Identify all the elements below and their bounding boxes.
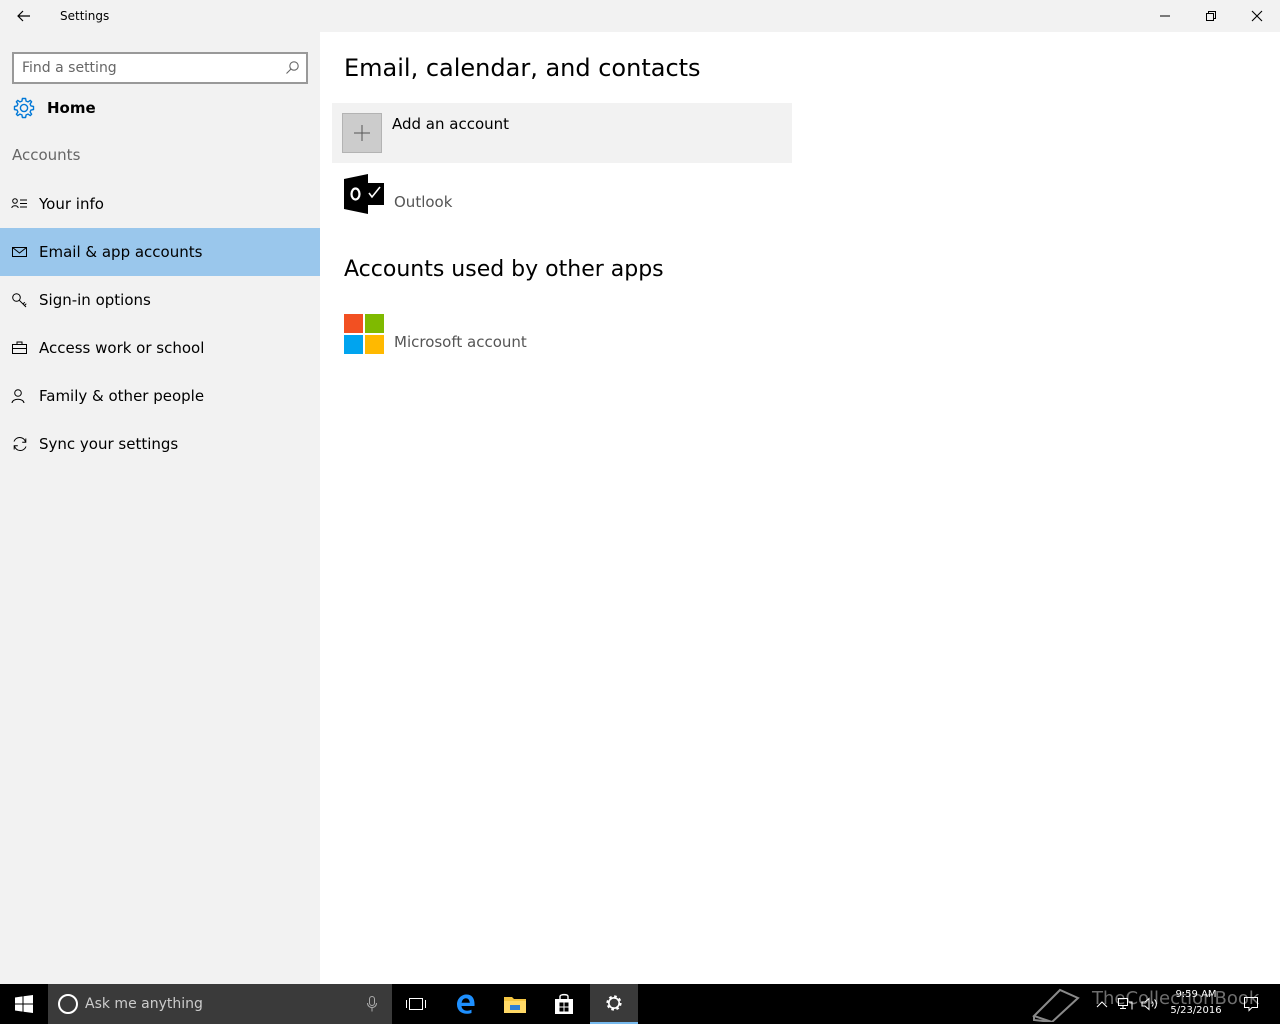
windows-logo-icon (15, 995, 33, 1013)
taskbar-settings-button[interactable] (590, 984, 638, 1024)
gear-icon (13, 97, 35, 119)
sidebar-item-sync-settings[interactable]: Sync your settings (0, 420, 320, 468)
start-button[interactable] (0, 984, 48, 1024)
sidebar: Home Accounts Your info Email & app acco… (0, 32, 320, 984)
logo-square-red (344, 314, 363, 333)
outlook-icon (344, 174, 384, 214)
sidebar-item-label: Sync your settings (39, 435, 179, 453)
book-icon (1032, 988, 1080, 1022)
taskbar-edge-button[interactable] (442, 984, 490, 1024)
sidebar-item-label: Access work or school (39, 339, 205, 357)
sidebar-item-label: Family & other people (39, 387, 205, 405)
taskbar-file-explorer-button[interactable] (491, 984, 539, 1024)
task-view-button[interactable] (392, 984, 440, 1024)
volume-button[interactable] (1138, 984, 1162, 1024)
restore-icon (1206, 11, 1216, 21)
notification-icon (1244, 997, 1258, 1012)
key-icon (12, 293, 27, 308)
microphone-icon[interactable] (366, 996, 378, 1012)
other-apps-section-title: Accounts used by other apps (344, 257, 664, 282)
microsoft-logo-icon (344, 314, 384, 354)
close-icon (1251, 10, 1263, 22)
home-nav-item[interactable]: Home (0, 88, 320, 128)
minimize-icon (1160, 15, 1170, 17)
network-icon (1118, 998, 1133, 1010)
logo-square-yellow (365, 335, 384, 354)
sidebar-item-family-other-people[interactable]: Family & other people (0, 372, 320, 420)
network-button[interactable] (1114, 984, 1136, 1024)
back-button[interactable] (0, 0, 48, 32)
sync-icon (13, 436, 27, 452)
search-icon[interactable] (284, 60, 300, 76)
sidebar-item-label: Your info (39, 195, 104, 213)
cortana-icon (58, 994, 78, 1014)
add-account-label: Add an account (392, 115, 510, 133)
clock-date[interactable]: 5/23/2016 (1166, 1004, 1226, 1018)
taskbar-store-button[interactable] (540, 984, 588, 1024)
mail-icon (12, 247, 27, 257)
sidebar-item-your-info[interactable]: Your info (0, 180, 320, 228)
briefcase-icon (12, 341, 27, 354)
account-microsoft[interactable]: Microsoft account (344, 314, 764, 358)
title-bar: Settings (0, 0, 1280, 32)
action-center-button[interactable] (1236, 984, 1266, 1024)
restore-button[interactable] (1188, 0, 1234, 32)
speaker-icon (1141, 997, 1157, 1011)
folder-icon (504, 997, 526, 1013)
watermark: TheCollectionBook (1030, 984, 1259, 1024)
home-label: Home (47, 99, 96, 117)
sidebar-item-sign-in-options[interactable]: Sign-in options (0, 276, 320, 324)
clock-time[interactable]: 9:59 AM (1166, 988, 1226, 1002)
taskbar: Ask me anything TheCollectionBook 9:59 A… (0, 984, 1280, 1024)
edge-icon (457, 994, 475, 1014)
chevron-up-icon (1096, 1001, 1108, 1008)
sidebar-item-email-app-accounts[interactable]: Email & app accounts (0, 228, 320, 276)
section-header: Accounts (12, 146, 81, 164)
close-button[interactable] (1234, 0, 1280, 32)
account-outlook[interactable]: Outlook (344, 174, 764, 218)
account-label: Microsoft account (394, 333, 527, 351)
logo-square-green (365, 314, 384, 333)
logo-square-blue (344, 335, 363, 354)
search-box[interactable] (12, 52, 308, 84)
taskbar-search-placeholder: Ask me anything (85, 996, 203, 1012)
task-view-icon (406, 998, 426, 1010)
contact-info-icon (11, 198, 27, 209)
window-title: Settings (60, 9, 110, 23)
account-label: Outlook (394, 193, 453, 211)
back-arrow-icon (17, 10, 30, 22)
page-title: Email, calendar, and contacts (344, 54, 701, 82)
plus-icon (342, 113, 382, 153)
sidebar-item-label: Email & app accounts (39, 243, 203, 261)
search-input[interactable] (22, 54, 278, 82)
store-bag-icon (555, 993, 573, 1014)
show-hidden-icons-button[interactable] (1092, 984, 1112, 1024)
taskbar-search-box[interactable]: Ask me anything (48, 984, 392, 1024)
gear-icon (606, 995, 622, 1011)
person-icon (11, 389, 25, 404)
sidebar-item-label: Sign-in options (39, 291, 151, 309)
minimize-button[interactable] (1142, 0, 1188, 32)
main-content: Email, calendar, and contacts Add an acc… (320, 32, 1280, 984)
add-account-button[interactable]: Add an account (332, 103, 792, 163)
sidebar-item-access-work-school[interactable]: Access work or school (0, 324, 320, 372)
